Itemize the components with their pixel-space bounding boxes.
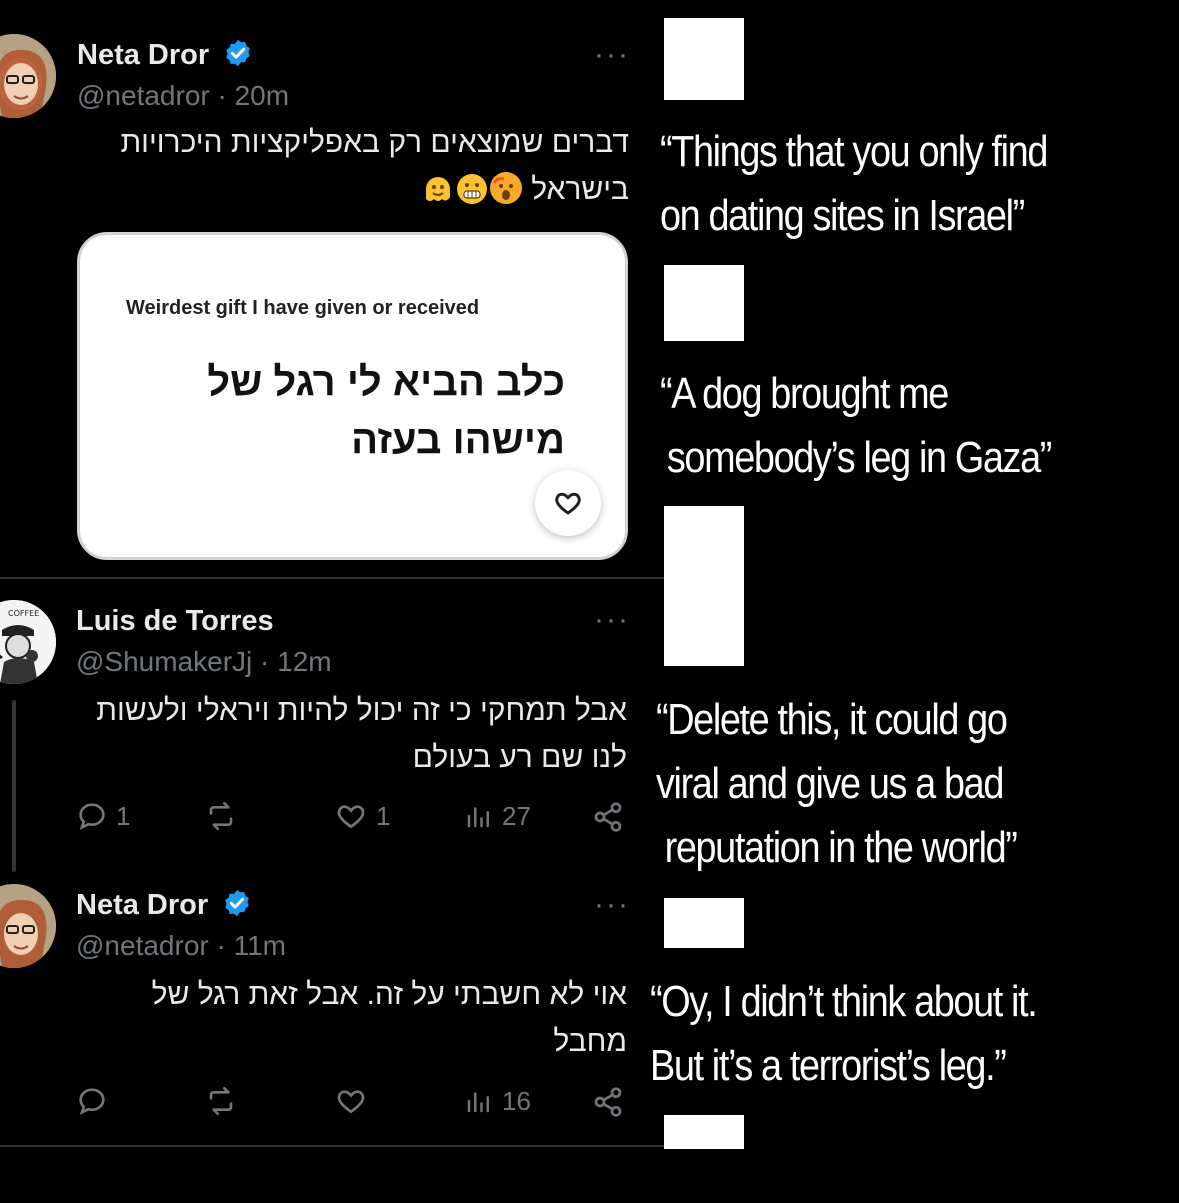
more-options-icon[interactable]: ··· [594, 890, 630, 920]
share-icon [594, 1087, 622, 1117]
svg-text:COFFEE: COFFEE [8, 609, 39, 618]
repost-icon [209, 802, 233, 830]
author-handle-row: @netadror · 20m [77, 80, 289, 112]
avatar[interactable] [0, 34, 56, 118]
card-like-button[interactable] [535, 470, 601, 536]
tweet-text: דברים שמוצאים רק באפליקציות היכרויות ביש… [69, 119, 629, 213]
translation-line: viral and give us a bad [656, 759, 1004, 808]
author-name[interactable]: Neta Dror [77, 38, 253, 72]
card-prompt: Weirdest gift I have given or received [126, 297, 480, 319]
card-answer: כלב הביא לי רגל של מישהו בעזה [207, 360, 565, 462]
translation-line: “Oy, I didn’t think about it. [650, 977, 1038, 1026]
reply-icon [79, 1088, 105, 1115]
tweet-text: אוי לא חשבתי על זה. אבל זאת רגל של מחבל [151, 978, 627, 1058]
reply-count: 1 [116, 800, 131, 831]
translation-4: “Oy, I didn’t think about it. But it’s a… [650, 970, 1038, 1098]
repost-button[interactable] [204, 1085, 246, 1117]
author-name-text[interactable]: Neta Dror [76, 889, 208, 921]
tweet-text-line-1: דברים שמוצאים רק באפליקציות היכרויות [120, 126, 629, 159]
heart-icon [337, 1090, 365, 1114]
author-handle-row: @netadror · 11m [76, 930, 286, 962]
tweet-divider [0, 577, 664, 579]
tweet-text: אבל תמחקי כי זה יכול להיות ויראלי ולעשות… [96, 694, 627, 774]
verified-badge-icon [226, 39, 250, 67]
author-handle[interactable]: @netadror [77, 80, 210, 111]
views-chart-icon [467, 1092, 489, 1113]
author-handle[interactable]: @netadror [76, 930, 209, 961]
timestamp[interactable]: 12m [277, 646, 331, 677]
views-chart-icon [467, 807, 489, 828]
translation-line: on dating sites in Israel” [660, 191, 1025, 240]
translation-3: “Delete this, it could go viral and give… [656, 688, 1018, 880]
avatar[interactable]: COFFEE [0, 600, 56, 684]
avatar[interactable] [0, 884, 56, 968]
like-button[interactable]: 1 [334, 800, 390, 832]
views-count: 16 [502, 1085, 531, 1116]
redaction-block [664, 898, 744, 948]
views-count: 27 [502, 800, 531, 831]
heart-icon [555, 492, 581, 515]
like-count: 1 [376, 800, 391, 831]
like-button[interactable] [334, 1085, 376, 1117]
translation-line: somebody’s leg in Gaza” [666, 433, 1052, 482]
translation-line: “Things that you only find [660, 127, 1048, 176]
redaction-block [664, 18, 744, 100]
author-name-text[interactable]: Neta Dror [77, 39, 209, 71]
reply-icon [79, 803, 105, 830]
views-button[interactable]: 16 [464, 1085, 531, 1117]
author-name[interactable]: Luis de Torres [76, 605, 274, 638]
share-button[interactable] [592, 800, 624, 834]
melting-face-icon [422, 172, 454, 204]
separator: · [216, 930, 226, 961]
author-handle[interactable]: @ShumakerJj [76, 646, 252, 677]
translation-line: But it’s a terrorist’s leg.” [650, 1041, 1007, 1090]
verified-badge-icon [225, 889, 249, 917]
reply-button[interactable] [76, 1085, 116, 1117]
face-with-open-mouth-icon [489, 172, 522, 204]
more-options-icon[interactable]: ··· [594, 605, 630, 635]
separator: · [217, 80, 227, 111]
grimacing-face-icon [456, 172, 488, 204]
redaction-block [664, 506, 744, 666]
timestamp[interactable]: 20m [235, 80, 289, 111]
translation-line: “Delete this, it could go [656, 695, 1008, 744]
repost-button[interactable] [204, 800, 246, 832]
translation-2: “A dog brought me somebody’s leg in Gaza… [660, 362, 1052, 490]
share-button[interactable] [592, 1085, 624, 1119]
author-name[interactable]: Neta Dror [76, 888, 252, 922]
share-icon [594, 802, 622, 832]
more-options-icon[interactable]: ··· [594, 40, 630, 70]
tweet-text-line-2: בישראל [69, 166, 629, 213]
tweet-text-word: בישראל [531, 173, 629, 206]
separator: · [260, 646, 270, 677]
views-button[interactable]: 27 [464, 800, 531, 832]
dating-profile-card[interactable]: Weirdest gift I have given or received כ… [77, 232, 628, 560]
reply-button[interactable]: 1 [76, 800, 130, 832]
tweet-divider [0, 1145, 664, 1147]
translation-line: “A dog brought me [660, 369, 949, 418]
redaction-block [664, 265, 744, 341]
author-handle-row: @ShumakerJj · 12m [76, 646, 332, 678]
redaction-block [664, 1115, 744, 1149]
timestamp[interactable]: 11m [234, 930, 286, 961]
translation-1: “Things that you only find on dating sit… [660, 120, 1048, 248]
heart-icon [337, 805, 365, 829]
translation-line: reputation in the world” [664, 823, 1018, 872]
repost-icon [209, 1087, 233, 1115]
thread-connector-line [12, 700, 16, 872]
